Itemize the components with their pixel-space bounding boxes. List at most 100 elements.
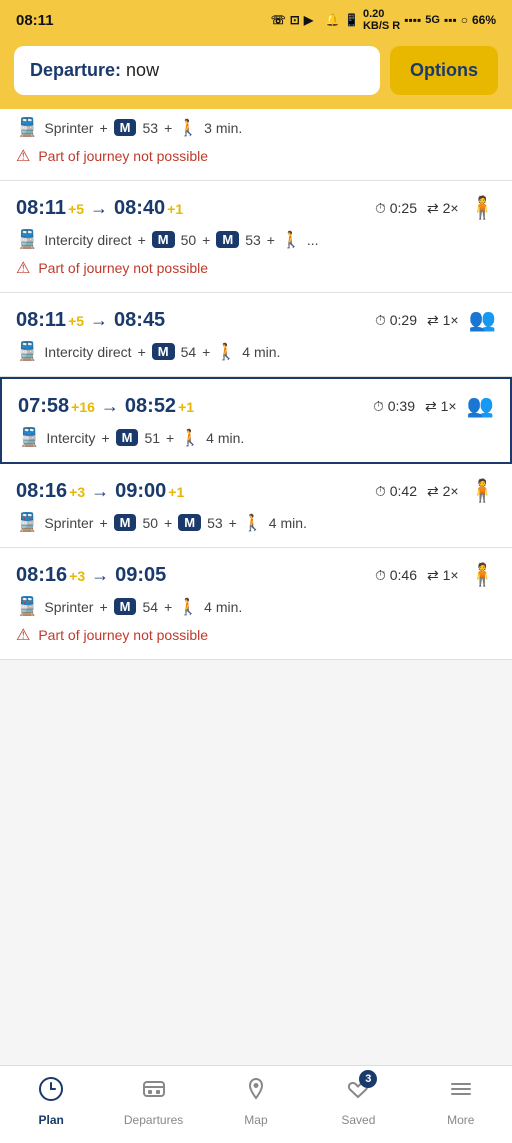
train-icon: 🚆 <box>16 341 38 362</box>
duration: ⏱ 0:39 <box>373 398 415 415</box>
walk-icon: 🚶 <box>178 597 198 617</box>
journey-time-row: 08:11 +5 → 08:45 ⏱ 0:29 ⇄ 1× 👥 <box>16 307 496 333</box>
dep-time: 08:11 <box>16 309 66 332</box>
partial-journey-card[interactable]: 🚆 Sprinter + M 53 + 🚶 3 min. ⚠ Part of j… <box>0 109 512 181</box>
duration: ⏱ 0:25 <box>375 200 417 217</box>
journey-times: 08:11 +5 → 08:45 <box>16 309 165 332</box>
nav-item-map[interactable]: Map <box>216 1076 296 1127</box>
train-type: Intercity <box>46 430 95 446</box>
metro-badge-m: M <box>114 119 137 136</box>
saved-badge: 3 <box>359 1070 377 1088</box>
journey-warning: ⚠ Part of journey not possible <box>16 258 496 278</box>
dep-delay: +3 <box>69 568 85 584</box>
arr-delay: +1 <box>167 201 183 217</box>
journey-card-j3[interactable]: 07:58 +16 → 08:52 +1 ⏱ 0:39 ⇄ 1× 👥 🚆 Int… <box>0 377 512 464</box>
accessibility-single-icon: 🧍 <box>469 478 496 504</box>
train-icon: 🚆 <box>16 596 38 617</box>
dep-delay: +5 <box>68 313 84 329</box>
route-row: 🚆 Intercity direct + M 50 + M 53 + 🚶 ... <box>16 229 496 250</box>
more-icon <box>448 1081 474 1108</box>
departure-box[interactable]: Departure: now <box>14 46 380 95</box>
journey-times: 07:58 +16 → 08:52 +1 <box>18 395 194 418</box>
nav-item-saved[interactable]: 3 Saved <box>318 1076 398 1127</box>
nav-label-more: More <box>447 1113 474 1127</box>
walk-icon: 🚶 <box>180 428 200 448</box>
status-time: 08:11 <box>16 12 54 29</box>
journey-card-j1[interactable]: 08:11 +5 → 08:40 +1 ⏱ 0:25 ⇄ 2× 🧍 🚆 Inte… <box>0 181 512 293</box>
journey-time-row: 07:58 +16 → 08:52 +1 ⏱ 0:39 ⇄ 1× 👥 <box>18 393 494 419</box>
journey-time-row: 08:16 +3 → 09:05 ⏱ 0:46 ⇄ 1× 🧍 <box>16 562 496 588</box>
route-row: 🚆 Intercity + M 51 + 🚶 4 min. <box>18 427 494 448</box>
dep-delay: +16 <box>71 399 95 415</box>
train-type: Sprinter <box>44 599 93 615</box>
route-row: 🚆 Intercity direct + M 54 + 🚶 4 min. <box>16 341 496 362</box>
route-row: 🚆 Sprinter + M 54 + 🚶 4 min. <box>16 596 496 617</box>
dep-time: 07:58 <box>18 395 69 418</box>
journey-time-row: 08:16 +3 → 09:00 +1 ⏱ 0:42 ⇄ 2× 🧍 <box>16 478 496 504</box>
warning-icon: ⚠ <box>16 258 30 278</box>
dep-time: 08:11 <box>16 197 66 220</box>
duration: ⏱ 0:29 <box>375 312 417 329</box>
train-icon: 🚆 <box>16 512 38 533</box>
accessibility-group-icon: 👥 <box>469 307 496 333</box>
train-icon: 🚆 <box>18 427 40 448</box>
nav-label-map: Map <box>244 1113 267 1127</box>
train-type: Intercity direct <box>44 344 131 360</box>
options-button[interactable]: Options <box>390 46 498 95</box>
transfers: ⇄ 2× <box>427 483 459 500</box>
metro-badge: M <box>116 429 139 446</box>
metro-badge: M <box>178 514 201 531</box>
journey-times: 08:11 +5 → 08:40 +1 <box>16 197 183 220</box>
journey-times: 08:16 +3 → 09:00 +1 <box>16 480 184 503</box>
arr-time: 09:00 <box>115 480 166 503</box>
nav-label-saved: Saved <box>341 1113 375 1127</box>
nav-label-departures: Departures <box>124 1113 183 1127</box>
nav-label-plan: Plan <box>39 1113 64 1127</box>
metro-badge: M <box>152 231 175 248</box>
arr-time: 09:05 <box>115 564 166 587</box>
dep-time: 08:16 <box>16 480 67 503</box>
train-type: Intercity direct <box>44 232 131 248</box>
journey-meta: ⏱ 0:46 ⇄ 1× 🧍 <box>375 562 496 588</box>
warning-icon: ⚠ <box>16 146 30 166</box>
header: Departure: now Options <box>0 36 512 109</box>
journey-time-row: 08:11 +5 → 08:40 +1 ⏱ 0:25 ⇄ 2× 🧍 <box>16 195 496 221</box>
plan-icon <box>38 1081 64 1108</box>
accessibility-single-icon: 🧍 <box>469 562 496 588</box>
transfers: ⇄ 1× <box>425 398 457 415</box>
journey-warning: ⚠ Part of journey not possible <box>16 625 496 645</box>
accessibility-single-icon: 🧍 <box>469 195 496 221</box>
dep-time: 08:16 <box>16 564 67 587</box>
transfers: ⇄ 1× <box>427 312 459 329</box>
journey-card-j5[interactable]: 08:16 +3 → 09:05 ⏱ 0:46 ⇄ 1× 🧍 🚆 Sprinte… <box>0 548 512 660</box>
train-icon: 🚆 <box>16 229 38 250</box>
journey-card-j2[interactable]: 08:11 +5 → 08:45 ⏱ 0:29 ⇄ 1× 👥 🚆 Interci… <box>0 293 512 377</box>
nav-item-more[interactable]: More <box>421 1076 501 1127</box>
transfers: ⇄ 2× <box>427 200 459 217</box>
journey-meta: ⏱ 0:39 ⇄ 1× 👥 <box>373 393 494 419</box>
nav-item-departures[interactable]: Departures <box>114 1076 194 1127</box>
arr-delay: +1 <box>168 484 184 500</box>
arr-time: 08:40 <box>114 197 165 220</box>
map-icon <box>243 1081 269 1108</box>
dep-delay: +5 <box>68 201 84 217</box>
train-type: Sprinter <box>44 515 93 531</box>
journey-times: 08:16 +3 → 09:05 <box>16 564 166 587</box>
bottom-nav: Plan Departures Map <box>0 1065 512 1143</box>
journey-meta: ⏱ 0:25 ⇄ 2× 🧍 <box>375 195 496 221</box>
duration: ⏱ 0:42 <box>375 483 417 500</box>
dep-delay: +3 <box>69 484 85 500</box>
warning-icon: ⚠ <box>16 625 30 645</box>
walk-icon: 🚶 <box>281 230 301 250</box>
nav-item-plan[interactable]: Plan <box>11 1076 91 1127</box>
departures-icon <box>141 1081 167 1108</box>
accessibility-group-icon: 👥 <box>467 393 494 419</box>
partial-warning: ⚠ Part of journey not possible <box>16 146 496 166</box>
arr-time: 08:45 <box>114 309 165 332</box>
status-bar: 08:11 ☏ ⊡ ▶ 🔔 📱 0.20KB/S R ▪▪▪▪ 5G ▪▪▪ ○… <box>0 0 512 36</box>
journey-meta: ⏱ 0:42 ⇄ 2× 🧍 <box>375 478 496 504</box>
status-icons: ☏ ⊡ ▶ 🔔 📱 0.20KB/S R ▪▪▪▪ 5G ▪▪▪ ○ 66% <box>271 8 496 32</box>
transfers: ⇄ 1× <box>427 567 459 584</box>
arr-delay: +1 <box>178 399 194 415</box>
journey-card-j4[interactable]: 08:16 +3 → 09:00 +1 ⏱ 0:42 ⇄ 2× 🧍 🚆 Spri… <box>0 464 512 548</box>
